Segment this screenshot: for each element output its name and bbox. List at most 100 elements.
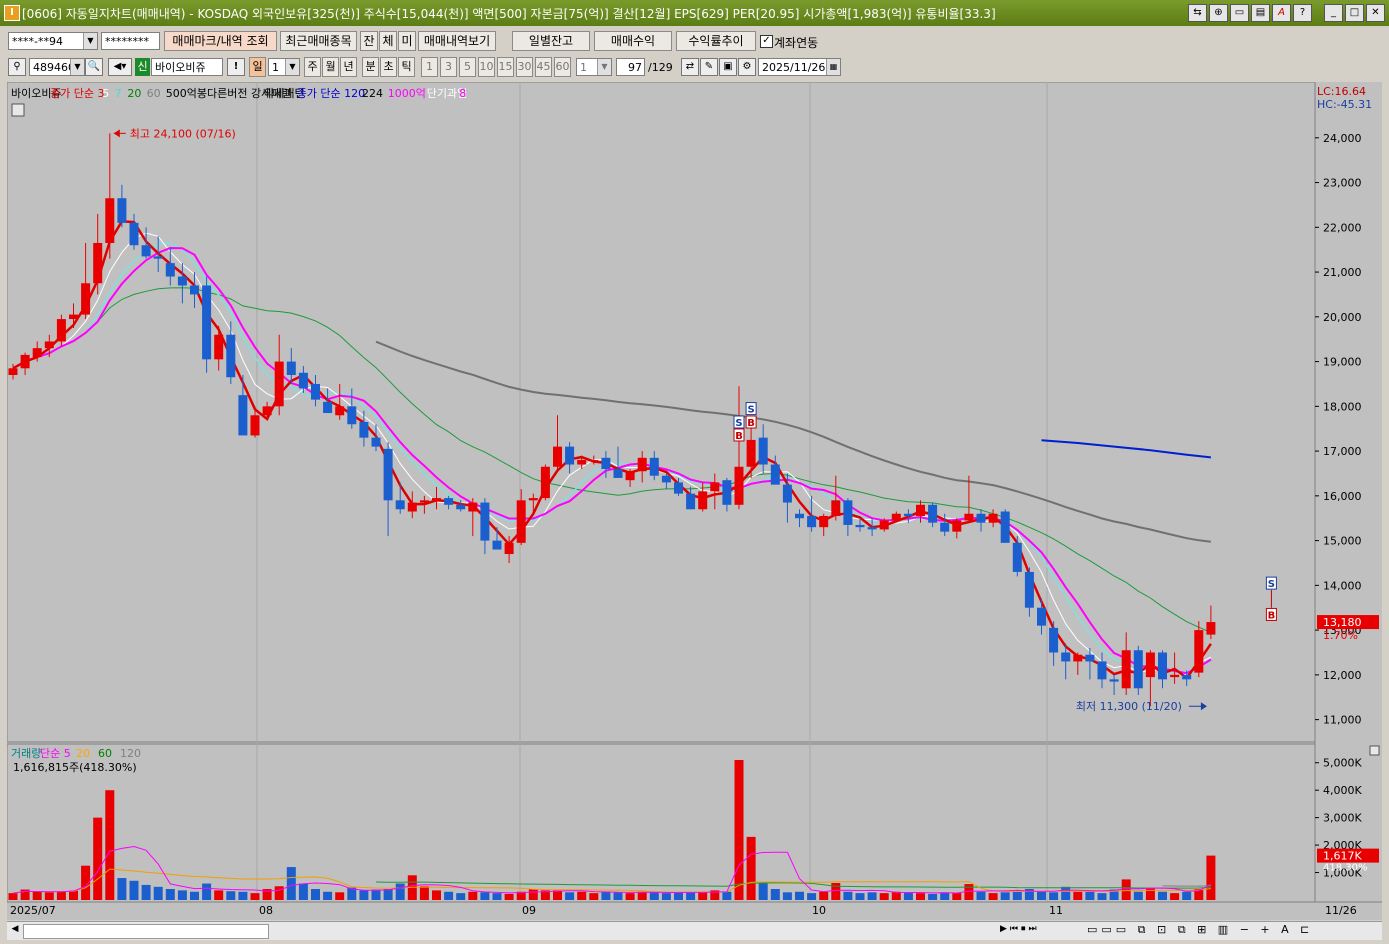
- book-icon[interactable]: ▤: [1251, 4, 1270, 22]
- period-month-button[interactable]: 월: [322, 57, 339, 77]
- scroll-nav-icons[interactable]: ▶⏮⏹⏭: [1000, 924, 1080, 937]
- period-minute-button[interactable]: 분: [362, 57, 379, 77]
- volume-bar: [903, 892, 913, 900]
- chevron-down-icon[interactable]: ▼: [70, 59, 84, 75]
- help-icon[interactable]: ?: [1293, 4, 1312, 22]
- candle-body: [395, 500, 405, 510]
- interval-30-button[interactable]: 30: [516, 57, 533, 77]
- draw-icon[interactable]: ✎: [700, 58, 718, 76]
- candle-body: [456, 504, 466, 510]
- candle-body: [867, 527, 877, 530]
- balance-button[interactable]: 잔: [360, 31, 378, 51]
- stock-code-input[interactable]: 489460 ▼: [29, 58, 85, 76]
- calendar-icon[interactable]: ▦: [826, 59, 840, 75]
- share-icon[interactable]: ⊕: [1209, 4, 1228, 22]
- interval-select[interactable]: 1 ▼: [576, 58, 612, 76]
- stock-chart[interactable]: 24,000 23,000 22,000 21,000 20,000 19,000 18,0…: [6, 81, 1382, 920]
- filled-button[interactable]: 체: [379, 31, 397, 51]
- chevron-down-icon[interactable]: ▼: [285, 59, 299, 75]
- candle-body: [988, 513, 998, 523]
- chevron-down-icon[interactable]: ▼: [597, 59, 611, 75]
- volume-bar: [746, 836, 756, 900]
- font-icon[interactable]: A: [1272, 4, 1291, 22]
- account-link-checkbox[interactable]: ✓: [760, 35, 773, 48]
- recent-stocks-button[interactable]: 최근매매종목: [280, 31, 357, 51]
- candle-body: [1182, 674, 1192, 680]
- unfilled-button[interactable]: 미: [398, 31, 416, 51]
- price-tick-label: 20,000: [1323, 311, 1362, 324]
- period-count-select[interactable]: 1 ▼: [268, 58, 300, 76]
- sell-mark: S: [1268, 579, 1275, 590]
- candle-body: [940, 522, 950, 532]
- volume-legend-item: 60: [98, 747, 112, 760]
- stock-name-field[interactable]: 바이오비쥬: [151, 58, 223, 76]
- link-icon[interactable]: ⇆: [1188, 4, 1207, 22]
- view-history-button[interactable]: 매매내역보기: [418, 31, 496, 51]
- gear-icon[interactable]: ⚙: [738, 58, 756, 76]
- volume-bar: [56, 891, 66, 900]
- minimize-button[interactable]: _: [1324, 4, 1343, 22]
- search-icon[interactable]: 🔍: [85, 58, 103, 76]
- date-input[interactable]: 2025/11/26 ▦: [758, 58, 841, 76]
- alert-button[interactable]: !: [227, 58, 245, 76]
- interval-5-button[interactable]: 5: [459, 57, 476, 77]
- volume-bar: [456, 893, 466, 900]
- maximize-button[interactable]: □: [1345, 4, 1364, 22]
- scroll-thumb[interactable]: [23, 924, 269, 939]
- app-icon: I: [4, 5, 20, 21]
- interval-1-button[interactable]: 1: [421, 57, 438, 77]
- interval-10-button[interactable]: 10: [478, 57, 495, 77]
- horizontal-scrollbar[interactable]: ◀ ▶⏮⏹⏭ ▭▭▭ ⧉ ⊡ ⧉ ⊞ ▥ − + A ⊏: [7, 921, 1382, 940]
- candle-body: [165, 263, 175, 277]
- period-week-button[interactable]: 주: [304, 57, 321, 77]
- volume-tick-label: 5,000K: [1323, 757, 1362, 770]
- candle-body: [903, 513, 913, 516]
- volume-bar: [1158, 891, 1167, 900]
- period-day-button[interactable]: 일: [249, 57, 266, 77]
- daily-balance-button[interactable]: 일별잔고: [512, 31, 590, 51]
- volume-bar: [93, 817, 103, 900]
- stock-code-value: 489460: [33, 61, 75, 74]
- volume-bar: [335, 892, 345, 900]
- candle-body: [964, 513, 974, 521]
- candle-body: [976, 513, 986, 523]
- account-link-label: 계좌연동: [774, 36, 819, 50]
- price-tick-label: 16,000: [1323, 490, 1362, 503]
- chart-type-icon[interactable]: ⚲: [8, 58, 26, 76]
- trade-profit-button[interactable]: 매매수익: [594, 31, 672, 51]
- return-trend-button[interactable]: 수익률추이: [676, 31, 756, 51]
- close-button[interactable]: ✕: [1366, 4, 1385, 22]
- mark-query-button[interactable]: 매매마크/내역 조회: [164, 31, 277, 51]
- scroll-left-icon[interactable]: ◀: [9, 924, 21, 937]
- candle-body: [81, 283, 91, 315]
- speaker-icon[interactable]: ◀▾: [108, 58, 132, 76]
- interval-3-button[interactable]: 3: [440, 57, 457, 77]
- interval-60-button[interactable]: 60: [554, 57, 571, 77]
- chart-area[interactable]: 24,000 23,000 22,000 21,000 20,000 19,000 18,0…: [6, 81, 1382, 920]
- interval-15-button[interactable]: 15: [497, 57, 514, 77]
- candle-body: [444, 498, 454, 505]
- zoom-toolbar-icons[interactable]: ▭▭▭ ⧉ ⊡ ⧉ ⊞ ▥ − + A ⊏: [1087, 923, 1377, 937]
- volume-bar: [1000, 892, 1010, 900]
- candle-body: [129, 222, 139, 246]
- candle-body: [698, 491, 708, 510]
- chevron-down-icon[interactable]: ▼: [83, 33, 97, 49]
- candle-body: [371, 437, 381, 447]
- period-tick-button[interactable]: 틱: [398, 57, 415, 77]
- period-second-button[interactable]: 초: [380, 57, 397, 77]
- count-input[interactable]: 97: [616, 58, 645, 76]
- password-field[interactable]: ********: [101, 32, 160, 50]
- account-select[interactable]: ****-**94 ▼: [8, 32, 98, 50]
- candle-body: [359, 422, 369, 438]
- candle-body: [843, 500, 853, 525]
- candle-body: [770, 464, 780, 485]
- legend-item: 종가 단순 3: [50, 87, 104, 100]
- interval-45-button[interactable]: 45: [535, 57, 552, 77]
- period-year-button[interactable]: 년: [340, 57, 357, 77]
- tool-icon[interactable]: ⇄: [681, 58, 699, 76]
- candle-body: [734, 466, 744, 505]
- save-icon[interactable]: ▣: [719, 58, 737, 76]
- grid-icon: [11, 103, 25, 117]
- screen-icon[interactable]: ▭: [1230, 4, 1249, 22]
- volume-bar: [359, 890, 369, 900]
